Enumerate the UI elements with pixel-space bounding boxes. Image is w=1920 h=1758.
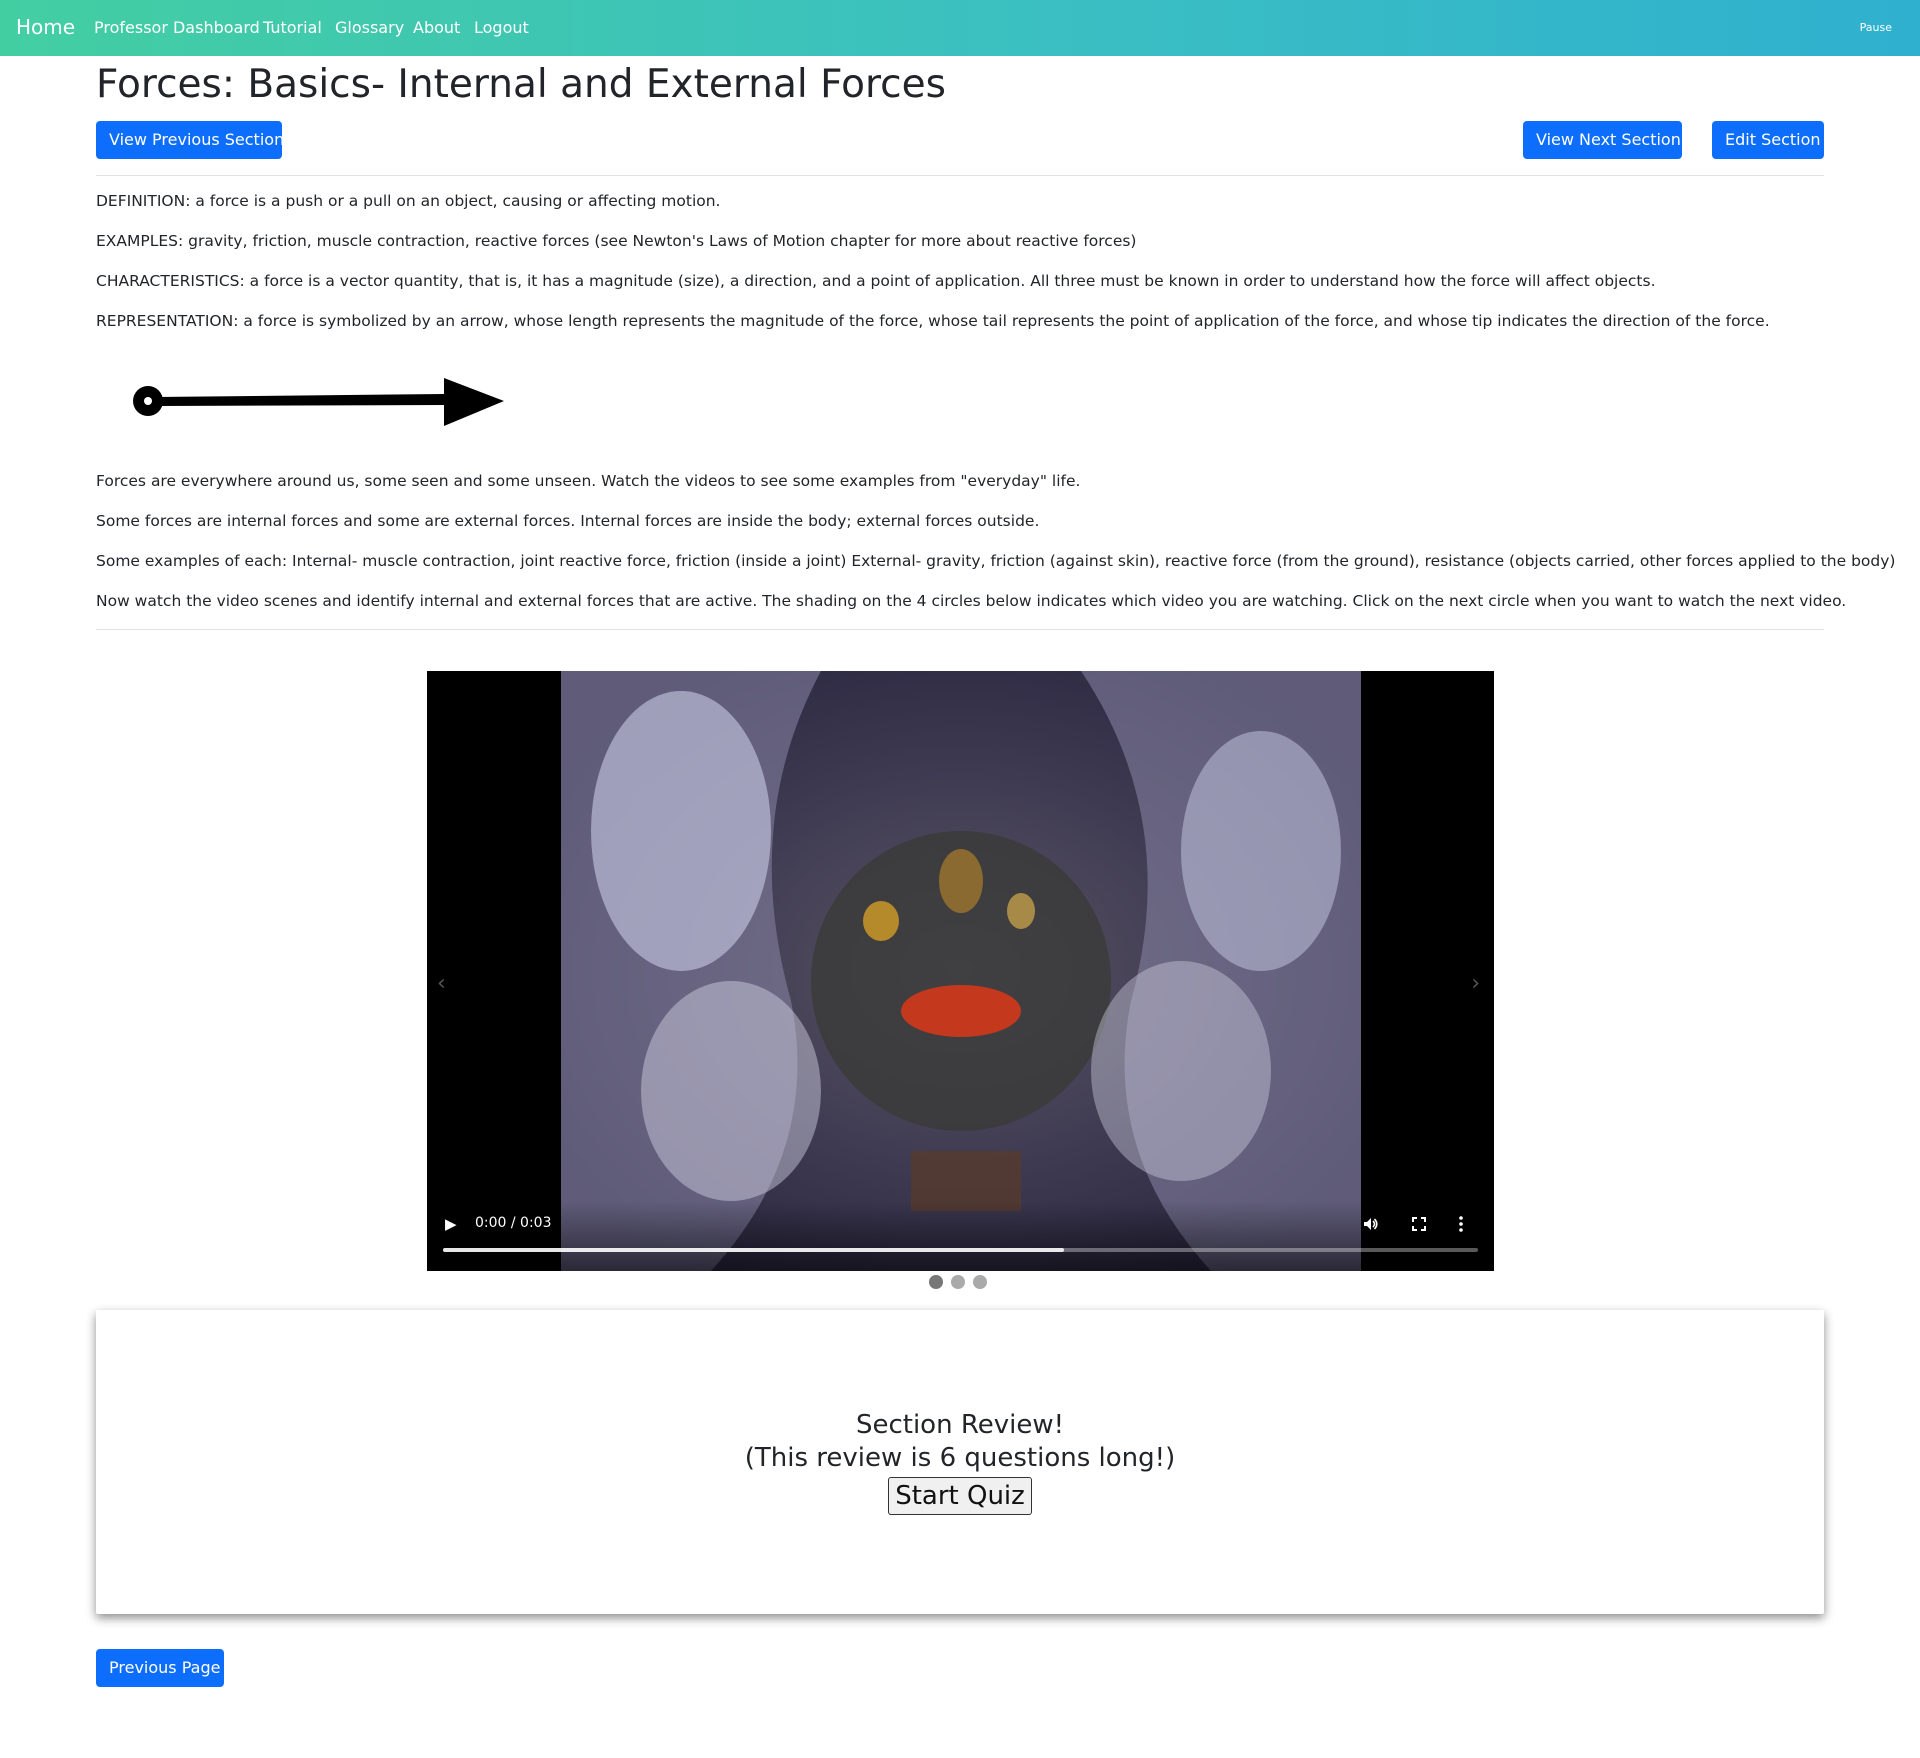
- nav-about[interactable]: About: [413, 18, 460, 37]
- section-review-card: Section Review! (This review is 6 questi…: [96, 1310, 1824, 1614]
- force-arrow-figure: [133, 378, 504, 426]
- examples-of-each-text: Some examples of each: Internal- muscle …: [96, 552, 1896, 570]
- watch-instructions-text: Now watch the video scenes and identify …: [96, 592, 1847, 610]
- carousel-indicators: [929, 1275, 999, 1289]
- carousel-indicator-dot[interactable]: [929, 1275, 943, 1289]
- video-progress-fill: [443, 1248, 1064, 1252]
- internal-external-text: Some forces are internal forces and some…: [96, 512, 1040, 530]
- top-navbar: Home Professor Dashboard Tutorial Glossa…: [0, 0, 1920, 56]
- page-title: Forces: Basics- Internal and External Fo…: [96, 62, 946, 107]
- previous-page-button[interactable]: Previous Page: [96, 1649, 224, 1687]
- video-time: 0:00 / 0:03: [475, 1215, 552, 1231]
- review-subtitle: (This review is 6 questions long!): [744, 1443, 1176, 1473]
- video-progress-bar[interactable]: [443, 1248, 1478, 1252]
- pause-button[interactable]: Pause: [1860, 21, 1892, 34]
- forces-everywhere-text: Forces are everywhere around us, some se…: [96, 472, 1081, 490]
- review-title: Section Review!: [855, 1410, 1065, 1440]
- carousel-indicator-dot[interactable]: [951, 1275, 965, 1289]
- play-icon[interactable]: ▶: [445, 1215, 457, 1233]
- carousel-indicator-dot[interactable]: [973, 1275, 987, 1289]
- more-options-icon[interactable]: [1459, 1216, 1463, 1232]
- video-controls: ▶ 0:00 / 0:03: [427, 1201, 1494, 1271]
- edit-section-button[interactable]: Edit Section: [1712, 121, 1824, 159]
- home-link[interactable]: Home: [16, 15, 75, 39]
- representation-text: REPRESENTATION: a force is symbolized by…: [96, 312, 1770, 330]
- video-frame-image: [561, 671, 1361, 1271]
- examples-text: EXAMPLES: gravity, friction, muscle cont…: [96, 232, 1137, 250]
- nav-tutorial[interactable]: Tutorial: [263, 18, 322, 37]
- nav-logout[interactable]: Logout: [474, 18, 529, 37]
- view-previous-section-button[interactable]: View Previous Section: [96, 121, 284, 159]
- start-quiz-button[interactable]: Start Quiz: [888, 1477, 1032, 1515]
- carousel-prev-control[interactable]: ‹: [437, 971, 446, 996]
- view-next-section-button[interactable]: View Next Section: [1523, 121, 1682, 159]
- video-player[interactable]: ‹ › ▶ 0:00 / 0:03: [427, 671, 1494, 1271]
- fullscreen-icon[interactable]: [1412, 1217, 1426, 1231]
- definition-text: DEFINITION: a force is a push or a pull …: [96, 192, 721, 210]
- volume-icon[interactable]: [1363, 1216, 1379, 1232]
- nav-professor-dashboard[interactable]: Professor Dashboard: [94, 18, 260, 37]
- characteristics-text: CHARACTERISTICS: a force is a vector qua…: [96, 272, 1656, 290]
- nav-glossary[interactable]: Glossary: [335, 18, 404, 37]
- divider-top: [96, 175, 1824, 176]
- carousel-next-control[interactable]: ›: [1471, 971, 1480, 996]
- divider-middle: [96, 629, 1824, 630]
